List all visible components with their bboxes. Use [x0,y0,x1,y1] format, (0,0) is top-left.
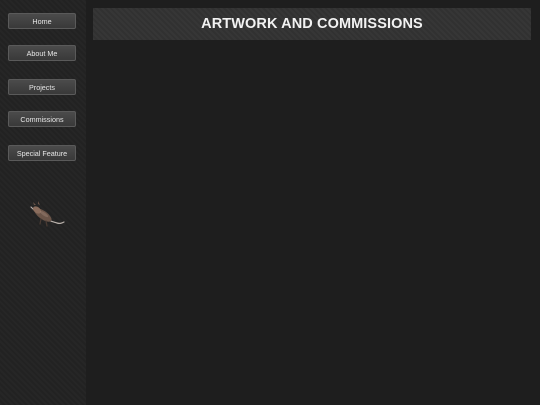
page-title: ARTWORK AND COMMISSIONS [201,16,423,32]
about-me-button[interactable]: About Me [8,45,76,61]
commissions-button[interactable]: Commissions [8,111,76,127]
projects-button[interactable]: Projects [8,79,76,95]
header-bar: ARTWORK AND COMMISSIONS [93,8,531,40]
animal-figure-icon [30,201,65,227]
home-button[interactable]: Home [8,13,76,29]
special-feature-button[interactable]: Special Feature [8,145,76,161]
sidebar: Home About Me Projects Commissions Speci… [0,0,86,405]
main-content: ARTWORK AND COMMISSIONS [86,0,540,405]
